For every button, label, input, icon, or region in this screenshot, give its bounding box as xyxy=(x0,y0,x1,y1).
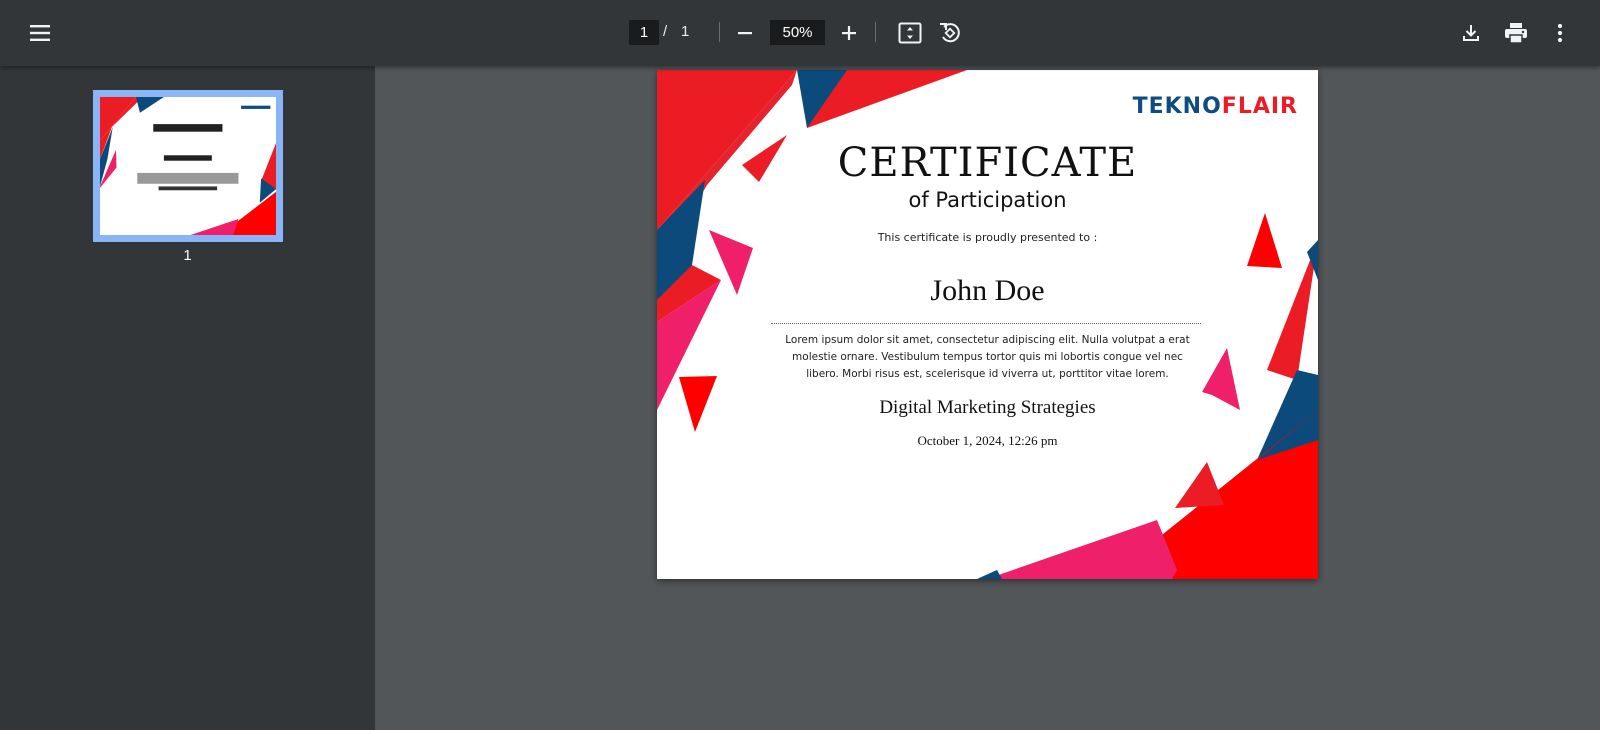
name-underline xyxy=(771,323,1201,324)
page-number-input[interactable] xyxy=(629,20,659,45)
fit-page-icon xyxy=(898,22,922,44)
logo-text-blue: TEKNO xyxy=(1132,94,1222,119)
pdf-page: TEKNOFLAIR CERTIFICATE of Participation … xyxy=(657,70,1318,579)
zoom-in-icon xyxy=(842,26,856,40)
page-separator: / xyxy=(663,23,668,40)
thumbnail-sidebar: 1 xyxy=(0,66,375,730)
more-vert-icon xyxy=(1557,23,1563,43)
print-button[interactable] xyxy=(1500,17,1532,49)
zoom-out-button[interactable] xyxy=(730,18,760,48)
certificate-title: CERTIFICATE xyxy=(837,140,1138,186)
menu-icon xyxy=(30,25,50,41)
zoom-out-icon xyxy=(738,32,752,35)
presented-to-text: This certificate is proudly presented to… xyxy=(877,231,1098,244)
thumbnail-image xyxy=(100,97,276,235)
rotate-icon xyxy=(940,23,960,43)
rotate-button[interactable] xyxy=(934,17,966,49)
recipient-name: John Doe xyxy=(930,274,1045,307)
certificate-body-text: Lorem ipsum dolor sit amet, consectetur … xyxy=(785,334,1190,380)
download-icon xyxy=(1463,25,1479,41)
certificate-date: October 1, 2024, 12:26 pm xyxy=(917,433,1058,448)
more-actions-button[interactable] xyxy=(1544,17,1576,49)
company-logo: TEKNOFLAIR xyxy=(1133,94,1298,119)
total-pages: 1 xyxy=(681,23,690,40)
zoom-level-input[interactable] xyxy=(770,20,825,45)
course-name: Digital Marketing Strategies xyxy=(879,397,1096,418)
zoom-in-button[interactable] xyxy=(834,18,864,48)
toolbar-divider xyxy=(719,22,720,42)
fit-to-page-button[interactable] xyxy=(894,17,926,49)
logo-text-red: FLAIR xyxy=(1221,94,1298,119)
toolbar-divider xyxy=(875,22,876,42)
pdf-toolbar: / 1 xyxy=(0,0,1600,66)
certificate-subtitle: of Participation xyxy=(908,188,1067,212)
print-icon xyxy=(1505,23,1527,44)
download-button[interactable] xyxy=(1455,17,1487,49)
menu-button[interactable] xyxy=(22,17,58,49)
page-thumbnail-selected[interactable] xyxy=(93,90,283,242)
thumbnail-page-number: 1 xyxy=(183,247,192,264)
